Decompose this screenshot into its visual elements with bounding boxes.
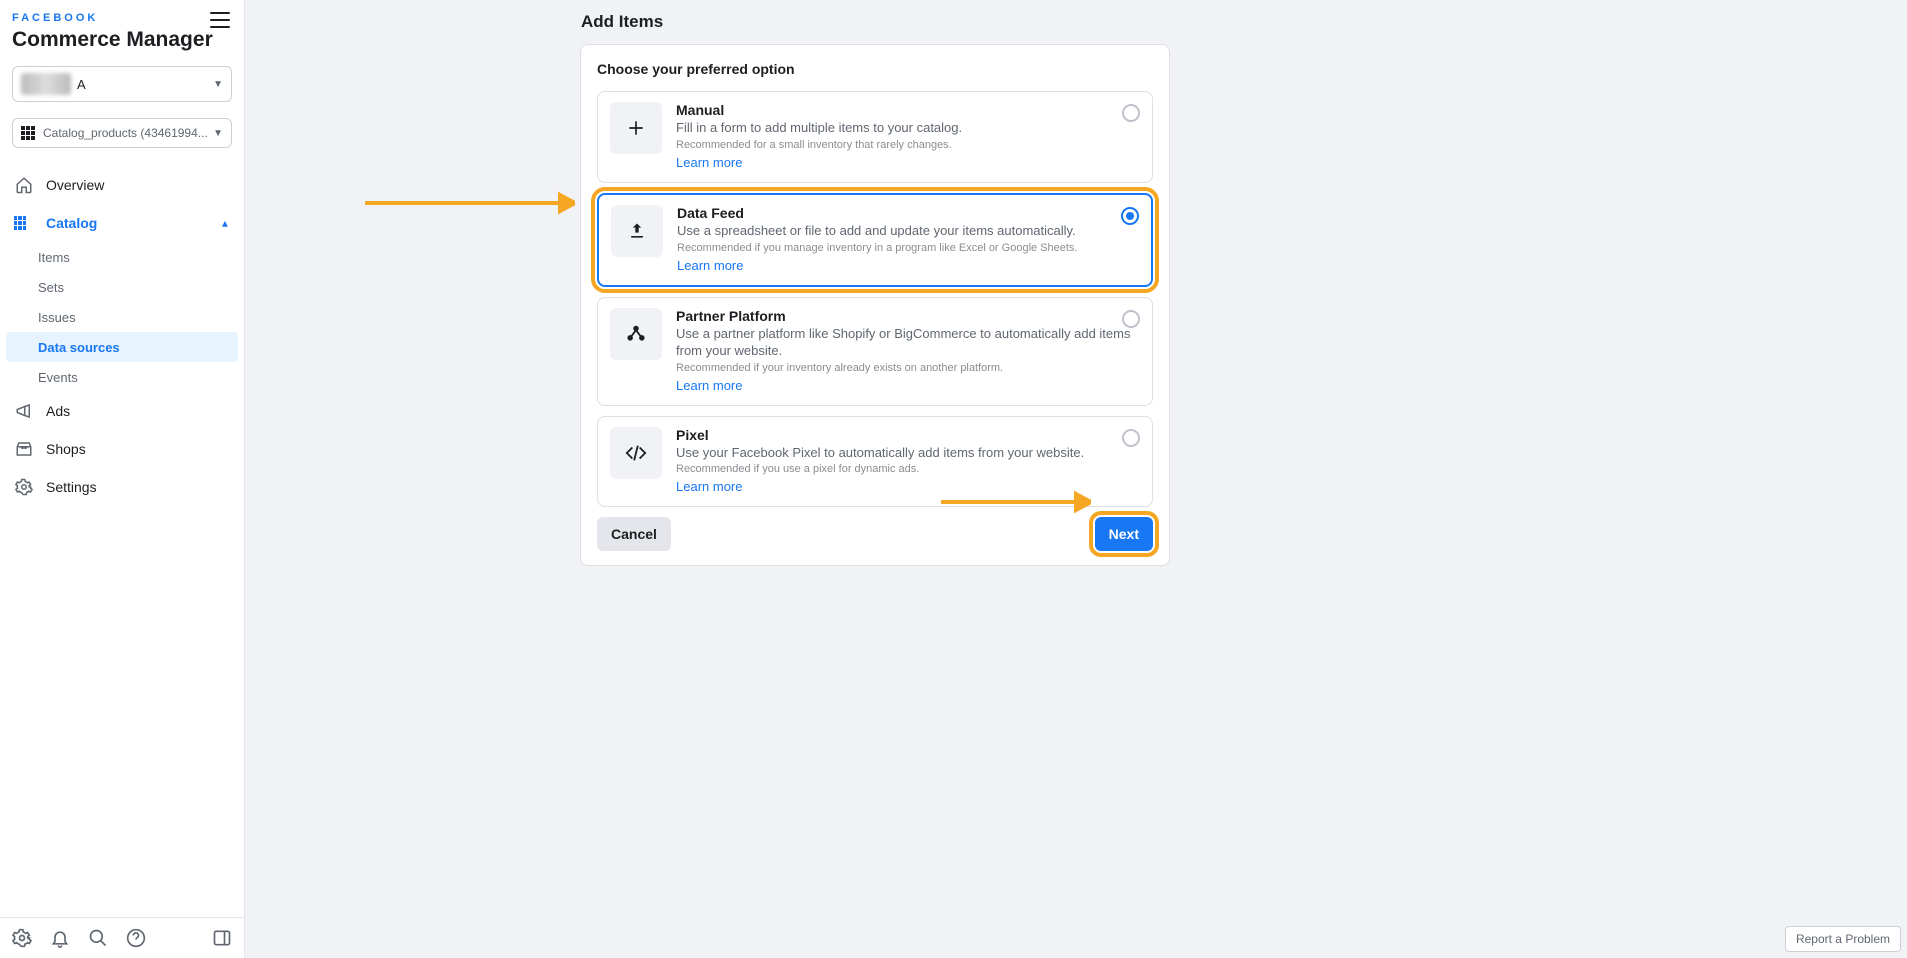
sidebar: FACEBOOK Commerce Manager A ▼ Catalog_pr…: [0, 0, 245, 958]
account-selector-label: A: [77, 77, 86, 92]
cancel-button[interactable]: Cancel: [597, 517, 671, 551]
grid-icon: [14, 213, 34, 233]
plus-icon: [610, 102, 662, 154]
option-manual-learn-more[interactable]: Learn more: [676, 155, 742, 170]
option-data-feed[interactable]: Data Feed Use a spreadsheet or file to a…: [597, 193, 1153, 287]
annotation-arrow-icon: [365, 189, 575, 217]
option-pixel-title: Pixel: [676, 427, 1140, 443]
panel-toggle-icon[interactable]: [212, 928, 232, 948]
gear-icon: [14, 477, 34, 497]
option-partner[interactable]: Partner Platform Use a partner platform …: [597, 297, 1153, 406]
bell-icon[interactable]: [50, 928, 70, 948]
option-pixel-radio[interactable]: [1122, 429, 1140, 447]
nav-catalog-events[interactable]: Events: [0, 362, 244, 392]
option-partner-radio[interactable]: [1122, 310, 1140, 328]
home-icon: [14, 175, 34, 195]
option-manual-body: Manual Fill in a form to add multiple it…: [676, 102, 1140, 172]
nav-catalog-data-sources[interactable]: Data sources: [6, 332, 238, 362]
option-feed-title: Data Feed: [677, 205, 1139, 221]
option-feed-desc: Use a spreadsheet or file to add and upd…: [677, 223, 1139, 240]
option-partner-desc: Use a partner platform like Shopify or B…: [676, 326, 1140, 360]
storefront-icon: [14, 439, 34, 459]
nav-catalog-sets-label: Sets: [38, 280, 64, 295]
option-partner-learn-more[interactable]: Learn more: [676, 378, 742, 393]
nav-catalog[interactable]: Catalog ▼: [0, 204, 244, 242]
option-pixel-body: Pixel Use your Facebook Pixel to automat…: [676, 427, 1140, 497]
account-selector[interactable]: A ▼: [12, 66, 232, 102]
option-pixel-learn-more[interactable]: Learn more: [676, 479, 742, 494]
option-pixel-rec: Recommended if you use a pixel for dynam…: [676, 463, 1140, 475]
option-manual-radio[interactable]: [1122, 104, 1140, 122]
option-partner-rec: Recommended if your inventory already ex…: [676, 362, 1140, 374]
upload-icon: [611, 205, 663, 257]
chevron-down-icon: ▼: [213, 79, 223, 90]
option-manual-title: Manual: [676, 102, 1140, 118]
nav-catalog-data-sources-label: Data sources: [38, 340, 120, 355]
code-icon: [610, 427, 662, 479]
nav-catalog-issues[interactable]: Issues: [0, 302, 244, 332]
report-problem-button[interactable]: Report a Problem: [1785, 926, 1901, 952]
gear-icon[interactable]: [12, 928, 32, 948]
nav-catalog-events-label: Events: [38, 370, 78, 385]
option-manual-rec: Recommended for a small inventory that r…: [676, 139, 1140, 151]
option-manual-desc: Fill in a form to add multiple items to …: [676, 120, 1140, 137]
nav-catalog-label: Catalog: [46, 215, 97, 231]
nav-ads-label: Ads: [46, 403, 70, 419]
option-partner-title: Partner Platform: [676, 308, 1140, 324]
option-partner-body: Partner Platform Use a partner platform …: [676, 308, 1140, 395]
sidebar-header: FACEBOOK Commerce Manager: [0, 0, 244, 56]
nav-catalog-sets[interactable]: Sets: [0, 272, 244, 302]
help-icon[interactable]: [126, 928, 146, 948]
nav-ads[interactable]: Ads: [0, 392, 244, 430]
chevron-up-icon: ▼: [220, 218, 230, 229]
nav: Overview Catalog ▼ Items Sets Issues Dat…: [0, 166, 244, 917]
card-heading: Choose your preferred option: [597, 61, 1153, 77]
nav-overview-label: Overview: [46, 177, 104, 193]
nav-catalog-items[interactable]: Items: [0, 242, 244, 272]
catalog-selector-label: Catalog_products (43461994...: [43, 126, 208, 140]
account-avatar: [21, 73, 71, 95]
option-feed-rec: Recommended if you manage inventory in a…: [677, 242, 1139, 254]
grid-icon: [21, 126, 35, 140]
option-feed-learn-more[interactable]: Learn more: [677, 258, 743, 273]
brand-label: FACEBOOK: [12, 12, 232, 24]
nav-shops[interactable]: Shops: [0, 430, 244, 468]
option-pixel-desc: Use your Facebook Pixel to automatically…: [676, 445, 1140, 462]
nav-shops-label: Shops: [46, 441, 86, 457]
main: Add Items Choose your preferred option M…: [245, 0, 1907, 958]
chevron-down-icon: ▼: [213, 128, 223, 139]
option-feed-radio[interactable]: [1121, 207, 1139, 225]
next-button[interactable]: Next: [1095, 517, 1153, 551]
page-title: Add Items: [581, 12, 1907, 32]
hamburger-menu-icon[interactable]: [210, 10, 230, 30]
option-pixel[interactable]: Pixel Use your Facebook Pixel to automat…: [597, 416, 1153, 508]
search-icon[interactable]: [88, 928, 108, 948]
nav-catalog-items-label: Items: [38, 250, 70, 265]
nav-overview[interactable]: Overview: [0, 166, 244, 204]
option-feed-body: Data Feed Use a spreadsheet or file to a…: [677, 205, 1139, 275]
nav-catalog-issues-label: Issues: [38, 310, 76, 325]
sidebar-bottom-bar: [0, 917, 244, 958]
add-items-card: Choose your preferred option Manual Fill…: [580, 44, 1170, 566]
card-footer: Cancel Next: [597, 517, 1153, 551]
option-manual[interactable]: Manual Fill in a form to add multiple it…: [597, 91, 1153, 183]
partner-icon: [610, 308, 662, 360]
app-title: Commerce Manager: [12, 28, 232, 52]
nav-settings[interactable]: Settings: [0, 468, 244, 506]
nav-settings-label: Settings: [46, 479, 97, 495]
megaphone-icon: [14, 401, 34, 421]
catalog-selector[interactable]: Catalog_products (43461994... ▼: [12, 118, 232, 148]
